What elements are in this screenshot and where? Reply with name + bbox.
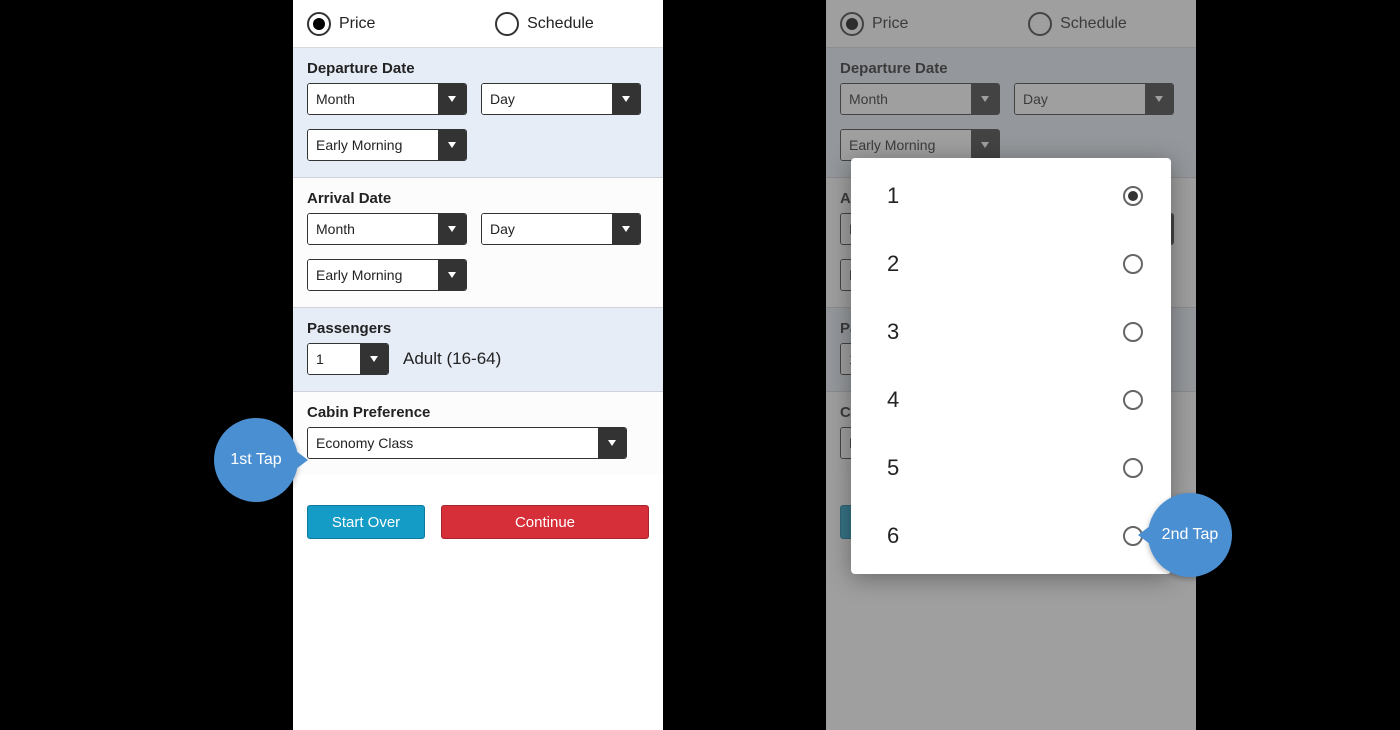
radio-unselected-icon	[1123, 458, 1143, 478]
passengers-count-select[interactable]: 1	[307, 343, 389, 375]
left-screenshot: Price Schedule Departure Date Month Day	[293, 0, 663, 730]
sort-schedule-option[interactable]: Schedule	[495, 12, 594, 36]
popup-option-3[interactable]: 3	[851, 298, 1171, 366]
popup-option-label: 2	[887, 251, 899, 277]
tap-badge-first: 1st Tap	[214, 418, 298, 502]
passengers-age-group: Adult (16-64)	[403, 349, 501, 369]
departure-time-value: Early Morning	[308, 130, 438, 160]
button-row: Start Over Continue	[293, 475, 663, 559]
popup-option-6[interactable]: 6	[851, 502, 1171, 570]
cabin-preference-select[interactable]: Economy Class	[307, 427, 627, 459]
arrival-time-value: Early Morning	[308, 260, 438, 290]
departure-date-label: Departure Date	[307, 60, 649, 77]
chevron-down-icon	[612, 214, 640, 244]
sort-price-label: Price	[339, 15, 375, 33]
departure-time-select[interactable]: Early Morning	[307, 129, 467, 161]
cabin-preference-label: Cabin Preference	[307, 404, 649, 421]
popup-option-label: 4	[887, 387, 899, 413]
arrival-month-value: Month	[308, 214, 438, 244]
popup-option-label: 3	[887, 319, 899, 345]
sort-schedule-label: Schedule	[527, 15, 594, 33]
cabin-preference-value: Economy Class	[308, 428, 598, 458]
passengers-label: Passengers	[307, 320, 649, 337]
chevron-down-icon	[438, 130, 466, 160]
continue-button[interactable]: Continue	[441, 505, 649, 539]
popup-option-4[interactable]: 4	[851, 366, 1171, 434]
chevron-down-icon	[360, 344, 388, 374]
popup-option-5[interactable]: 5	[851, 434, 1171, 502]
popup-option-label: 1	[887, 183, 899, 209]
radio-unselected-icon	[495, 12, 519, 36]
radio-unselected-icon	[1123, 322, 1143, 342]
arrival-time-select[interactable]: Early Morning	[307, 259, 467, 291]
chevron-down-icon	[612, 84, 640, 114]
right-screenshot: Price Schedule Departure Date Month Day	[826, 0, 1196, 730]
popup-option-1[interactable]: 1	[851, 162, 1171, 230]
arrival-date-label: Arrival Date	[307, 190, 649, 207]
radio-unselected-icon	[1123, 390, 1143, 410]
arrival-day-value: Day	[482, 214, 612, 244]
popup-option-label: 5	[887, 455, 899, 481]
departure-section: Departure Date Month Day Early Morning	[293, 48, 663, 178]
radio-selected-icon	[1123, 186, 1143, 206]
departure-month-value: Month	[308, 84, 438, 114]
radio-selected-icon	[307, 12, 331, 36]
chevron-down-icon	[438, 214, 466, 244]
departure-day-value: Day	[482, 84, 612, 114]
popup-option-2[interactable]: 2	[851, 230, 1171, 298]
sort-price-option[interactable]: Price	[307, 12, 495, 36]
departure-month-select[interactable]: Month	[307, 83, 467, 115]
passengers-count-value: 1	[308, 344, 360, 374]
tap-badge-second: 2nd Tap	[1148, 493, 1232, 577]
cabin-section: Cabin Preference Economy Class	[293, 392, 663, 475]
radio-unselected-icon	[1123, 254, 1143, 274]
chevron-down-icon	[598, 428, 626, 458]
passenger-count-popup: 1 2 3 4 5 6	[851, 158, 1171, 574]
arrival-day-select[interactable]: Day	[481, 213, 641, 245]
chevron-down-icon	[438, 260, 466, 290]
start-over-button[interactable]: Start Over	[307, 505, 425, 539]
sort-row: Price Schedule	[293, 0, 663, 48]
chevron-down-icon	[438, 84, 466, 114]
arrival-section: Arrival Date Month Day Early Morning	[293, 178, 663, 308]
passengers-section: Passengers 1 Adult (16-64)	[293, 308, 663, 392]
popup-option-label: 6	[887, 523, 899, 549]
departure-day-select[interactable]: Day	[481, 83, 641, 115]
arrival-month-select[interactable]: Month	[307, 213, 467, 245]
